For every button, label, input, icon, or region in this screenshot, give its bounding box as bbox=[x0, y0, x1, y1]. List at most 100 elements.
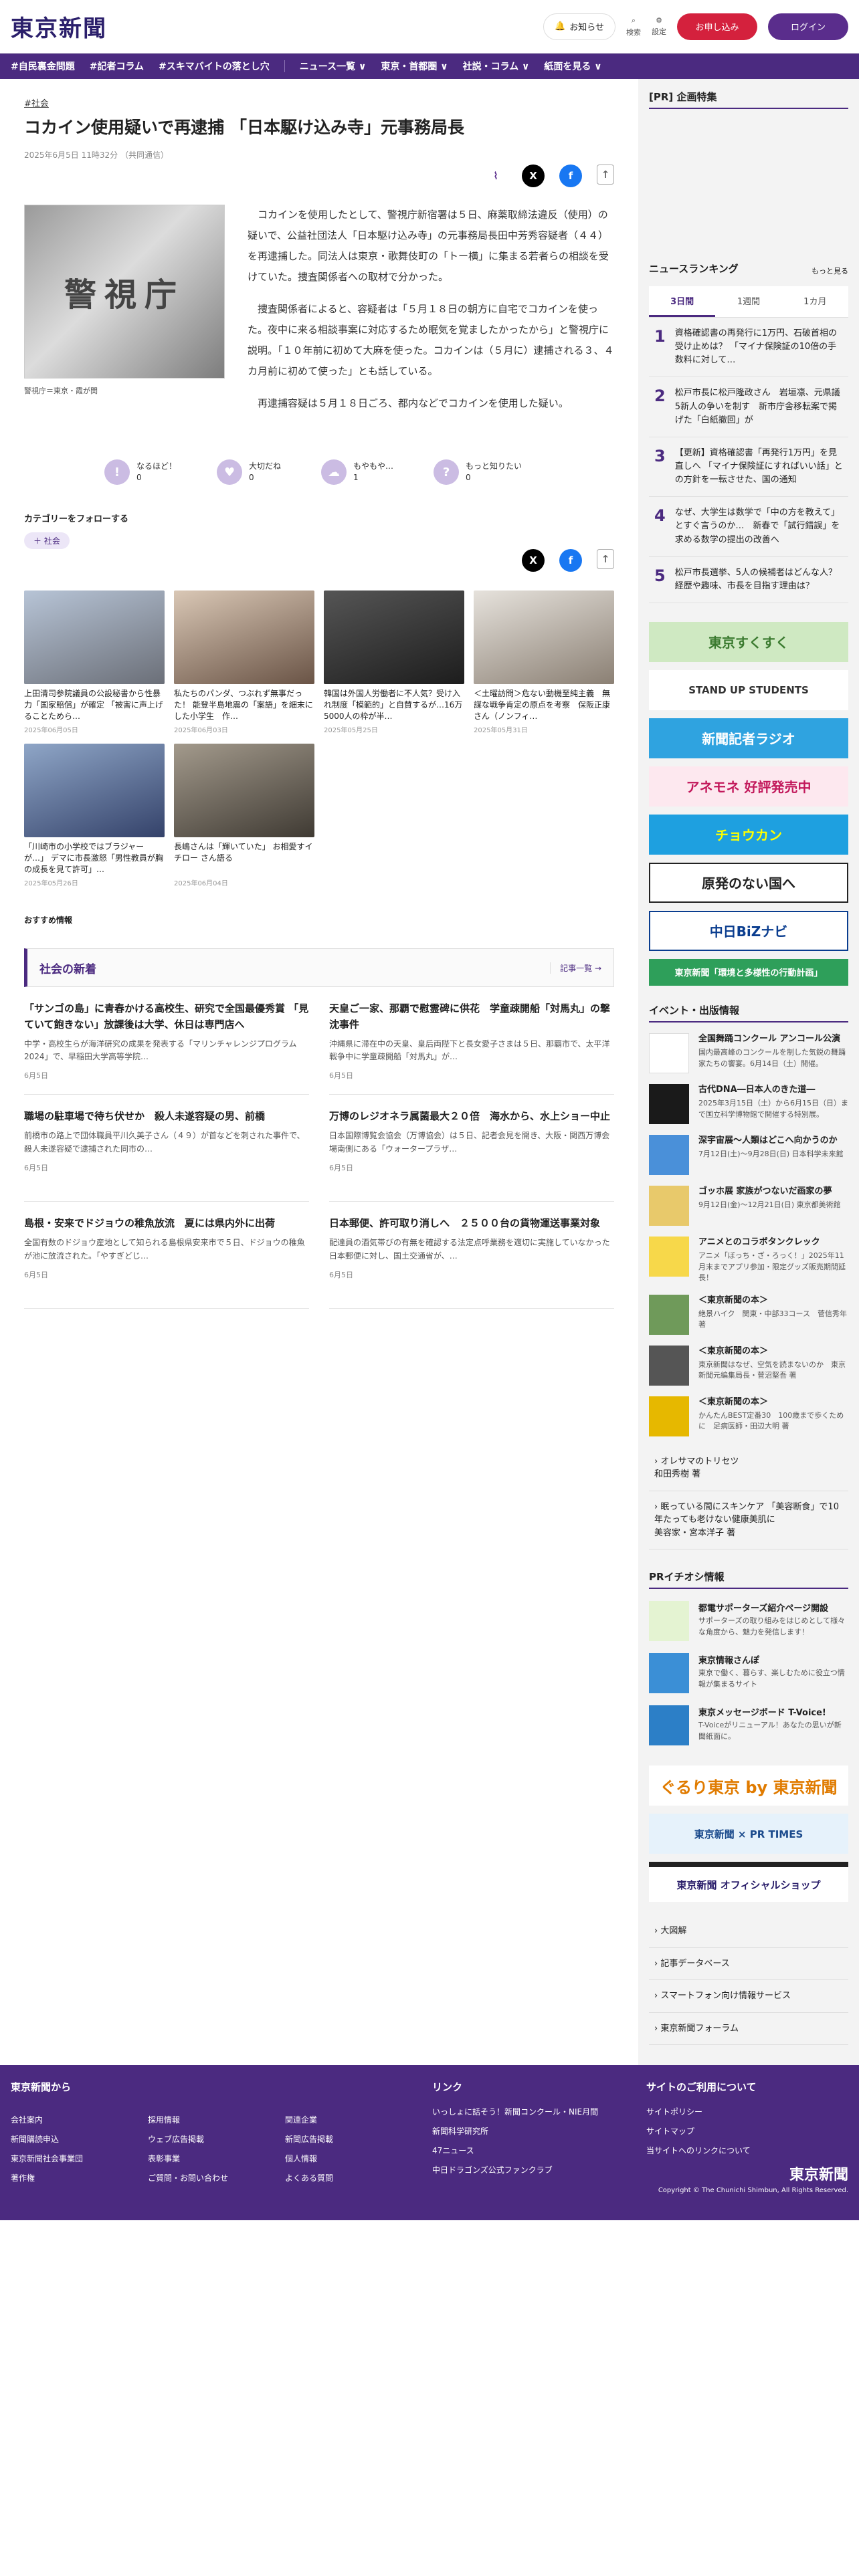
facebook-share-icon[interactable]: f bbox=[559, 549, 582, 572]
footer-link[interactable]: 中日ドラゴンズ公式ファンクラブ bbox=[432, 2164, 646, 2175]
clip-icon[interactable]: ⌇ bbox=[484, 165, 507, 187]
ranking-item[interactable]: 5 松戸市長選挙、5人の候補者はどんな人？ 経歴や趣味、市長を目指す理由は？ bbox=[649, 557, 848, 603]
sidebar-link[interactable]: › 東京新聞フォーラム bbox=[649, 2013, 848, 2046]
banner-shop[interactable]: 東京新聞 オフィシャルショップ bbox=[649, 1862, 848, 1903]
footer-link[interactable]: 当サイトへのリンクについて bbox=[646, 2145, 848, 2156]
paragraph: コカインを使用したとして、警視庁新宿署は５日、麻薬取締法違反（使用）の疑いで、公… bbox=[248, 209, 609, 283]
ranking-more[interactable]: もっと見る bbox=[812, 265, 848, 276]
footer-link[interactable]: 会社案内 bbox=[11, 2114, 148, 2125]
tab-1week[interactable]: 1週間 bbox=[715, 286, 781, 317]
tab-3days[interactable]: 3日間 bbox=[649, 286, 716, 317]
book-link[interactable]: › 眠っている間にスキンケア 「美容断食」で10年たっても老けない健康美肌に 美容… bbox=[649, 1491, 848, 1550]
footer-link[interactable]: サイトポリシー bbox=[646, 2106, 848, 2117]
sidebar-link[interactable]: › 記事データベース bbox=[649, 1948, 848, 1981]
reaction-motto[interactable]: ? もっと知りたい 0 bbox=[434, 459, 522, 485]
tab-1month[interactable]: 1カ月 bbox=[782, 286, 848, 317]
footer-link[interactable]: 個人情報 bbox=[285, 2153, 422, 2164]
nav-item[interactable]: 東京・首都圏 ∨ bbox=[381, 60, 448, 73]
copyright: Copyright © The Chunichi Shimbun, All Ri… bbox=[658, 2187, 848, 2195]
reaction-moyamoya[interactable]: ☁ もやもや… 1 bbox=[321, 459, 393, 485]
reaction-naruhodo[interactable]: ! なるほど！ 0 bbox=[104, 459, 177, 485]
notice-button[interactable]: 🔔 お知らせ bbox=[543, 13, 615, 40]
event-item[interactable]: ゴッホ展 家族がつないだ画家の夢 9月12日(金)～12月21日(日) 東京都美術… bbox=[649, 1185, 848, 1226]
banner-anemone[interactable]: アネモネ 好評発売中 bbox=[649, 766, 848, 807]
footer-link[interactable]: ウェブ広告掲載 bbox=[148, 2133, 285, 2145]
subscribe-button[interactable]: お申し込み bbox=[677, 13, 757, 40]
banner-prtimes[interactable]: 東京新聞 × PR TIMES bbox=[649, 1814, 848, 1854]
banner-radio[interactable]: 新聞記者ラジオ bbox=[649, 718, 848, 758]
nav-item[interactable]: #記者コラム bbox=[90, 60, 144, 73]
ranking-item[interactable]: 2 松戸市長に松戸隆政さん 岩垣凛、元県議 5新人の争いを制す 新市庁舎移転案で掲… bbox=[649, 377, 849, 437]
reaction-taisetsu[interactable]: ♥ 大切だね 0 bbox=[217, 459, 281, 485]
ranking-item[interactable]: 3 【更新】資格確認書「再発行1万円」を見直しへ 「マイナ保険証にすればいい話」と… bbox=[649, 437, 848, 498]
footer-link[interactable]: 著作権 bbox=[11, 2172, 148, 2183]
banner-students[interactable]: STAND UP STUDENTS bbox=[649, 669, 848, 710]
banner-genpatsu[interactable]: 原発のない国へ bbox=[649, 862, 848, 903]
search-button[interactable]: ⌕ 検索 bbox=[626, 16, 641, 37]
ranking-item[interactable]: 1 資格確認書の再発行に1万円、石破首相の受け止めは？ 「マイナ保険証の10倍の手… bbox=[649, 318, 848, 378]
banner-bizNavi[interactable]: 中日BiZナビ bbox=[649, 910, 848, 951]
article-category[interactable]: #社会 bbox=[24, 99, 49, 109]
event-item[interactable]: 深宇宙展～人類はどこへ向かうのか 7月12日(土)～9月28日(日) 日本科学未来… bbox=[649, 1134, 848, 1175]
footer-link[interactable]: よくある質問 bbox=[285, 2172, 422, 2183]
pr-info-item[interactable]: 都電サポーターズ紹介ページ開設 サポーターズの取り組みをはじめとして様々な角度から… bbox=[649, 1601, 848, 1642]
nav-item[interactable]: 紙面を見る ∨ bbox=[544, 60, 601, 73]
x-share-icon[interactable]: X bbox=[522, 549, 545, 572]
x-share-icon[interactable]: X bbox=[522, 165, 545, 188]
event-item[interactable]: ＜東京新聞の本＞ 絶景ハイク 関東・中部33コース 菅信秀年 著 bbox=[649, 1294, 848, 1335]
nav-item[interactable]: #スキマバイトの落とし穴 bbox=[159, 60, 270, 73]
book-link[interactable]: › オレサマのトリセツ 和田秀樹 著 bbox=[649, 1446, 848, 1491]
footer-link[interactable]: 表彰事業 bbox=[148, 2153, 285, 2164]
event-item[interactable]: 全国舞踊コンクール アンコール公演 国内最高峰のコンクールを制した気鋭の舞踊家たち… bbox=[649, 1033, 848, 1073]
footer-link[interactable]: 新聞購読申込 bbox=[11, 2133, 148, 2145]
news-item[interactable]: 職場の駐車場で待ち伏せか 殺人未遂容疑の男、前橋 前橋市の路上で団体職員平川久美子… bbox=[24, 1095, 309, 1202]
news-item[interactable]: 万博のレジオネラ属菌最大２０倍 海水から、水上ショー中止 日本国際博覧会協会（万博… bbox=[329, 1095, 614, 1202]
footer-link[interactable]: 採用情報 bbox=[148, 2114, 285, 2125]
event-item[interactable]: ＜東京新聞の本＞ 東京新聞はなぜ、空気を読まないのか 東京新聞元編集局長・菅沼堅吾… bbox=[649, 1345, 848, 1386]
nav-item[interactable]: ニュース一覧 ∨ bbox=[300, 60, 367, 73]
related-card[interactable]: 上田清司参院議員の公設秘書から性暴力「国家賠償」が確定 「被害に声上げることため… bbox=[24, 591, 165, 734]
banner-gururi[interactable]: ぐるり東京 by 東京新聞 bbox=[649, 1765, 848, 1806]
news-item[interactable]: 島根・安来でドジョウの稚魚放流 夏には県内外に出荷 全国有数のドジョウ産地として知… bbox=[24, 1202, 309, 1309]
news-item[interactable]: 「サンゴの島」に青春かける高校生、研究で全国最優秀賞 「見ていて飽きない」放課後… bbox=[24, 987, 309, 1095]
footer-link[interactable]: 47ニュース bbox=[432, 2145, 646, 2156]
latest-news-more[interactable]: 記事一覧 → bbox=[550, 962, 601, 974]
share-icon[interactable]: ↑ bbox=[597, 165, 614, 185]
footer-link[interactable]: サイトマップ bbox=[646, 2125, 848, 2137]
news-item[interactable]: 日本郵便、許可取り消しへ ２５００台の貨物運送事業対象 配達員の酒気帯びの有無を確… bbox=[329, 1202, 614, 1309]
site-footer: 東京新聞から 会社案内 新聞購読申込 東京新聞社会事業団 著作権 採用情報 ウェ… bbox=[0, 2065, 859, 2221]
footer-link[interactable]: 新聞科学研究所 bbox=[432, 2125, 646, 2137]
nav-item[interactable]: 社説・コラム ∨ bbox=[463, 60, 530, 73]
footer-col-title: サイトのご利用について bbox=[646, 2081, 757, 2094]
footer-link[interactable]: 東京新聞社会事業団 bbox=[11, 2153, 148, 2164]
banner-environment[interactable]: 東京新聞「環境と多様性の行動計画」 bbox=[649, 958, 848, 986]
news-item[interactable]: 天皇ご一家、那覇で慰霊碑に供花 学童疎開船「対馬丸」の撃沈事件 沖縄県に滞在中の天… bbox=[329, 987, 614, 1095]
event-item[interactable]: 古代DNA―日本人のきた道― 2025年3月15日（土）から6月15日（日）まで国… bbox=[649, 1083, 848, 1124]
login-button[interactable]: ログイン bbox=[768, 13, 848, 40]
settings-button[interactable]: ⚙ 設定 bbox=[652, 16, 666, 37]
article-title: コカイン使用疑いで再逮捕 「日本駆け込み寺」元事務局長 bbox=[24, 118, 464, 137]
related-card[interactable]: 韓国は外国人労働者に不人気？受け入れ制度「模範的」と自賛するが…16万5000人… bbox=[324, 591, 464, 734]
pr-info-item[interactable]: 東京情報さんぽ 東京で働く、暮らす、楽しむために役立つ情報が集まるサイト bbox=[649, 1653, 848, 1694]
facebook-share-icon[interactable]: f bbox=[559, 165, 582, 188]
related-card[interactable]: ＜土曜訪問＞危ない動機至純主義 無謀な戦争肯定の原点を考察 保阪正康さん（ノンフ… bbox=[474, 591, 614, 734]
footer-link[interactable]: いっしょに話そう！新聞コンクール・NIE月間 bbox=[432, 2106, 646, 2117]
footer-link[interactable]: 新聞広告掲載 bbox=[285, 2133, 422, 2145]
related-card[interactable]: 私たちのパンダ、つぶれず無事だった！ 能登半島地震の「案語」を細末にした小学生 … bbox=[174, 591, 314, 734]
footer-link[interactable]: ご質問・お問い合わせ bbox=[148, 2172, 285, 2183]
sidebar-link[interactable]: › スマートフォン向け情報サービス bbox=[649, 1980, 848, 2013]
related-card[interactable]: 長嶋さんは「輝いていた」 お相愛すイチロー さん語る 2025年06月04日 bbox=[174, 744, 314, 887]
site-logo[interactable]: 東京新聞 bbox=[11, 10, 107, 43]
event-item[interactable]: アニメとのコラボタンクレック アニメ「ぼっち・ざ・ろっく！」2025年11月末まで… bbox=[649, 1236, 848, 1284]
sidebar-link[interactable]: › 大図解 bbox=[649, 1915, 848, 1948]
follow-tag[interactable]: ＋ 社会 bbox=[24, 532, 70, 549]
banner-sukusuku[interactable]: 東京すくすく bbox=[649, 621, 848, 662]
pr-info-item[interactable]: 東京メッセージボード T-Voice! T-Voiceがリニューアル！あなたの思い… bbox=[649, 1705, 848, 1746]
related-card[interactable]: 「川崎市の小学校ではブラジャーが…」 デマに市長激怒「男性教員が胸の成長を見て許… bbox=[24, 744, 165, 887]
nav-item[interactable]: #自民裏金問題 bbox=[11, 60, 75, 73]
footer-link[interactable]: 関連企業 bbox=[285, 2114, 422, 2125]
event-item[interactable]: ＜東京新聞の本＞ かんたんBEST定番30 100歳まで歩くために 足病医師・田辺… bbox=[649, 1396, 848, 1436]
banner-choukan[interactable]: チョウカン bbox=[649, 814, 848, 855]
share-icon[interactable]: ↑ bbox=[597, 549, 614, 569]
ranking-item[interactable]: 4 なぜ、大学生は数学で「中の方を教えて」とすぐ言うのか… 新春で「試行錯誤」を求… bbox=[649, 497, 848, 557]
